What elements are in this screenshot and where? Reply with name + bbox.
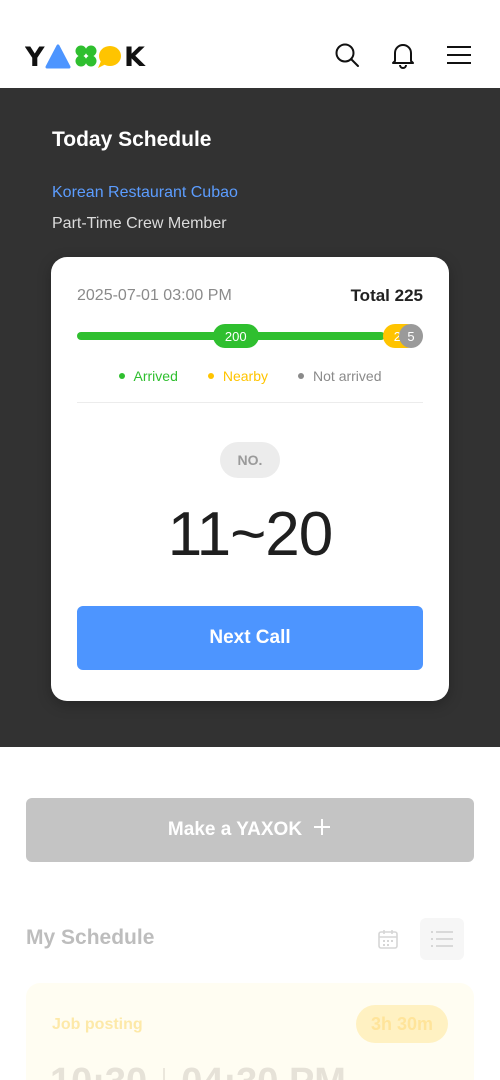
duration-badge: 3h 30m bbox=[355, 1005, 448, 1043]
attendance-progress: 200 20 5 bbox=[77, 323, 423, 349]
menu-icon[interactable] bbox=[444, 40, 474, 70]
arrived-dot-icon bbox=[118, 373, 125, 379]
logo-mark: Y K bbox=[25, 42, 146, 72]
svg-text:K: K bbox=[124, 42, 146, 72]
plus-icon bbox=[312, 817, 332, 843]
called-number-range: 11~20 bbox=[167, 500, 334, 569]
legend-not-arrived-label: Not arrived bbox=[313, 368, 382, 384]
schedule-card: 2025-07-01 03:00 PM Total 225 200 20 5 A… bbox=[51, 257, 449, 701]
not-arrived-count-pill: 5 bbox=[399, 324, 423, 348]
progress-legend: Arrived Nearby Not arrived bbox=[51, 368, 449, 384]
nearby-dot-icon bbox=[207, 373, 214, 379]
number-badge: NO. bbox=[220, 442, 280, 478]
schedule-datetime: 2025-07-01 03:00 PM bbox=[77, 287, 232, 304]
make-yaxok-label: Make a YAXOK bbox=[167, 819, 303, 840]
app-header: Y K bbox=[0, 0, 500, 88]
schedule-end-time: 04:30 PM bbox=[181, 1061, 346, 1080]
card-divider bbox=[77, 402, 423, 403]
total-count: Total 225 bbox=[350, 286, 423, 305]
next-call-button[interactable]: Next Call bbox=[77, 606, 423, 670]
job-role: Part-Time Crew Member bbox=[52, 215, 227, 232]
restaurant-name[interactable]: Korean Restaurant Cubao bbox=[52, 184, 238, 202]
today-title: Today Schedule bbox=[52, 128, 212, 151]
legend-nearby: Nearby bbox=[207, 368, 269, 384]
my-schedule-title: My Schedule bbox=[26, 926, 155, 949]
legend-arrived: Arrived bbox=[118, 368, 178, 384]
schedule-list-item[interactable]: Job posting 3h 30m 10:30 04:30 PM bbox=[26, 983, 474, 1080]
schedule-item-label: Job posting bbox=[52, 1016, 143, 1033]
calendar-icon[interactable] bbox=[366, 918, 410, 960]
svg-text:Y: Y bbox=[25, 42, 45, 72]
arrived-count-pill: 200 bbox=[212, 324, 259, 348]
list-icon[interactable] bbox=[420, 918, 464, 960]
schedule-view-toggle bbox=[366, 918, 464, 960]
yaxok-logo[interactable]: Y K bbox=[25, 40, 151, 72]
make-yaxok-button[interactable]: Make a YAXOK bbox=[26, 798, 474, 862]
legend-arrived-label: Arrived bbox=[133, 368, 178, 384]
not-arrived-dot-icon bbox=[298, 373, 305, 379]
schedule-start-time: 10:30 bbox=[50, 1061, 147, 1080]
search-icon[interactable] bbox=[332, 40, 362, 70]
time-separator bbox=[163, 1067, 166, 1080]
bell-icon[interactable] bbox=[388, 40, 418, 70]
legend-nearby-label: Nearby bbox=[222, 368, 269, 384]
schedule-time-range: 10:30 04:30 PM bbox=[50, 1061, 346, 1080]
legend-not-arrived: Not arrived bbox=[298, 368, 381, 384]
